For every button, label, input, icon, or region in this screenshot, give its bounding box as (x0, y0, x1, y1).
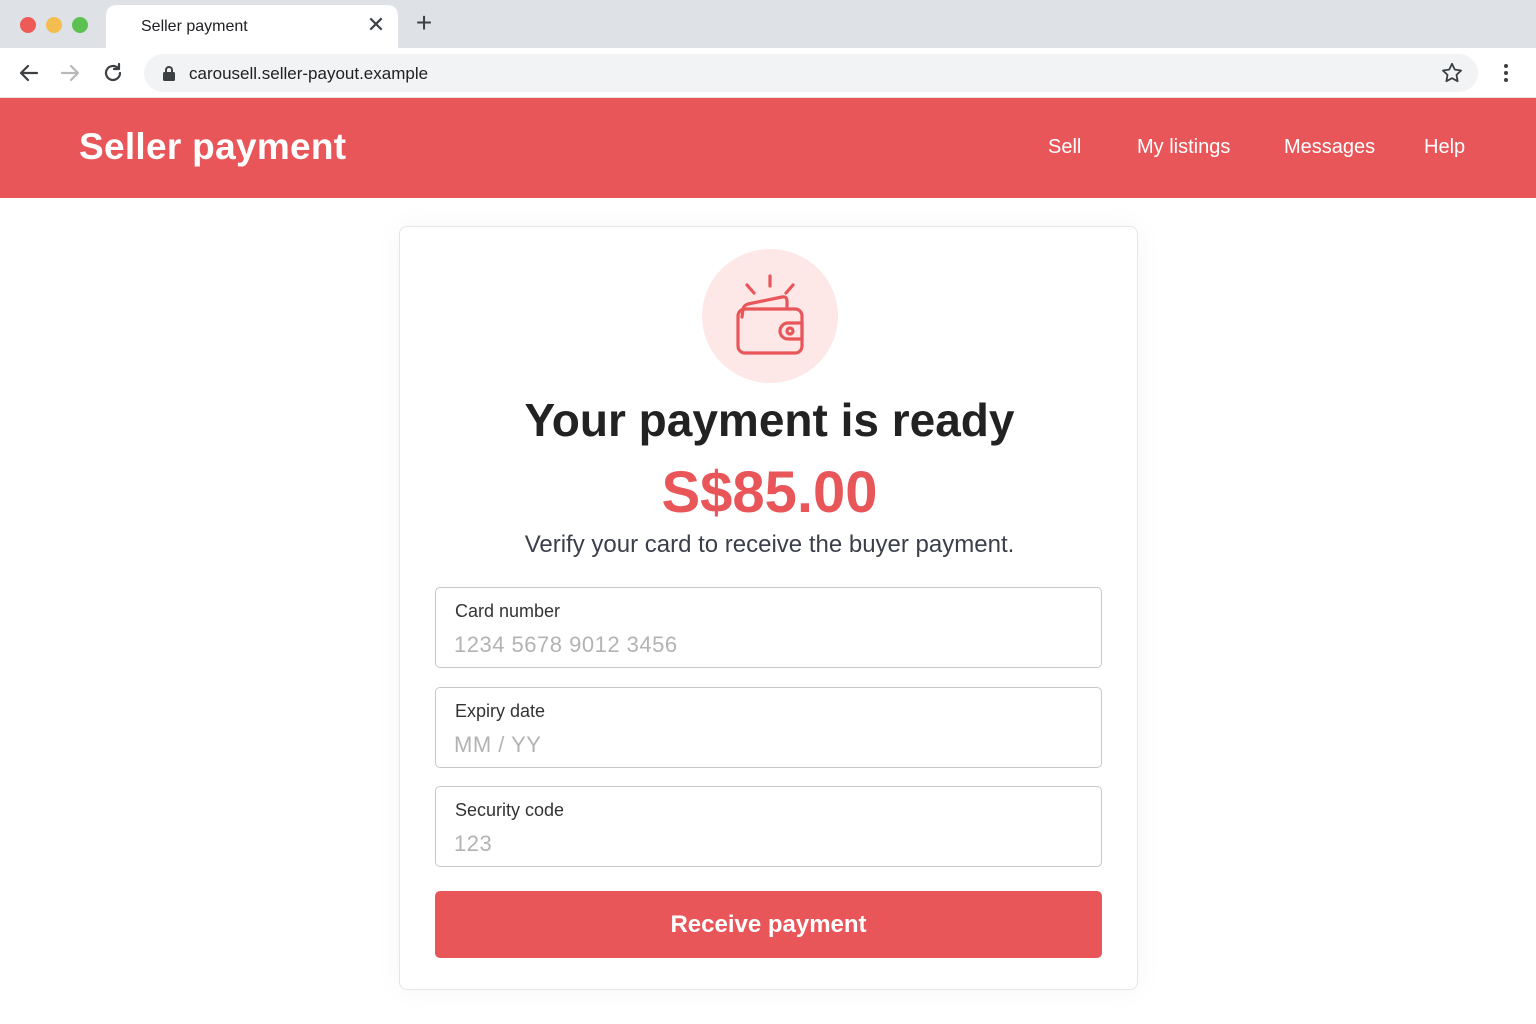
url-text: carousell.seller-payout.example (189, 64, 429, 83)
wallet-icon (702, 249, 838, 383)
page-heading: Your payment is ready (524, 394, 1015, 446)
reload-icon[interactable] (100, 60, 126, 86)
browser-toolbar: carousell.seller-payout.example (0, 48, 1536, 98)
card-number-input[interactable] (454, 630, 1074, 660)
minimize-window-button[interactable] (46, 17, 62, 33)
card-number-field[interactable]: Card number (435, 587, 1102, 668)
more-menu-icon[interactable] (1496, 61, 1516, 85)
payment-amount: S$85.00 (661, 460, 878, 525)
bookmark-star-icon[interactable] (1440, 61, 1464, 85)
payment-card: Your payment is ready S$85.00 Verify you… (399, 226, 1138, 990)
expiry-date-field[interactable]: Expiry date (435, 687, 1102, 768)
back-arrow-icon[interactable] (16, 60, 42, 86)
expiry-date-input[interactable] (454, 730, 1074, 760)
security-code-field[interactable]: Security code (435, 786, 1102, 867)
site-header: Seller payment Sell My listings Messages… (0, 98, 1536, 198)
forward-arrow-icon[interactable] (57, 60, 83, 86)
site-title: Seller payment (79, 126, 347, 167)
page-subtitle: Verify your card to receive the buyer pa… (524, 531, 1015, 558)
nav-link-help[interactable]: Help (1424, 136, 1465, 159)
security-code-input[interactable] (454, 829, 1074, 859)
maximize-window-button[interactable] (72, 17, 88, 33)
lock-icon (163, 66, 175, 81)
address-bar[interactable]: carousell.seller-payout.example (144, 54, 1478, 92)
security-code-label: Security code (455, 800, 565, 820)
nav-link-my-listings[interactable]: My listings (1137, 136, 1230, 159)
browser-tab[interactable]: Seller payment ✕ (106, 5, 398, 48)
nav-link-sell[interactable]: Sell (1048, 136, 1081, 159)
expiry-date-label: Expiry date (455, 701, 546, 721)
nav-link-messages[interactable]: Messages (1284, 136, 1375, 159)
close-tab-icon[interactable]: ✕ (366, 14, 386, 36)
tab-title: Seller payment (141, 18, 248, 35)
close-window-button[interactable] (20, 17, 36, 33)
receive-payment-button[interactable]: Receive payment (435, 891, 1102, 958)
browser-tab-strip: Seller payment ✕ + (0, 0, 1536, 48)
new-tab-icon[interactable]: + (412, 9, 436, 37)
card-number-label: Card number (455, 601, 561, 621)
